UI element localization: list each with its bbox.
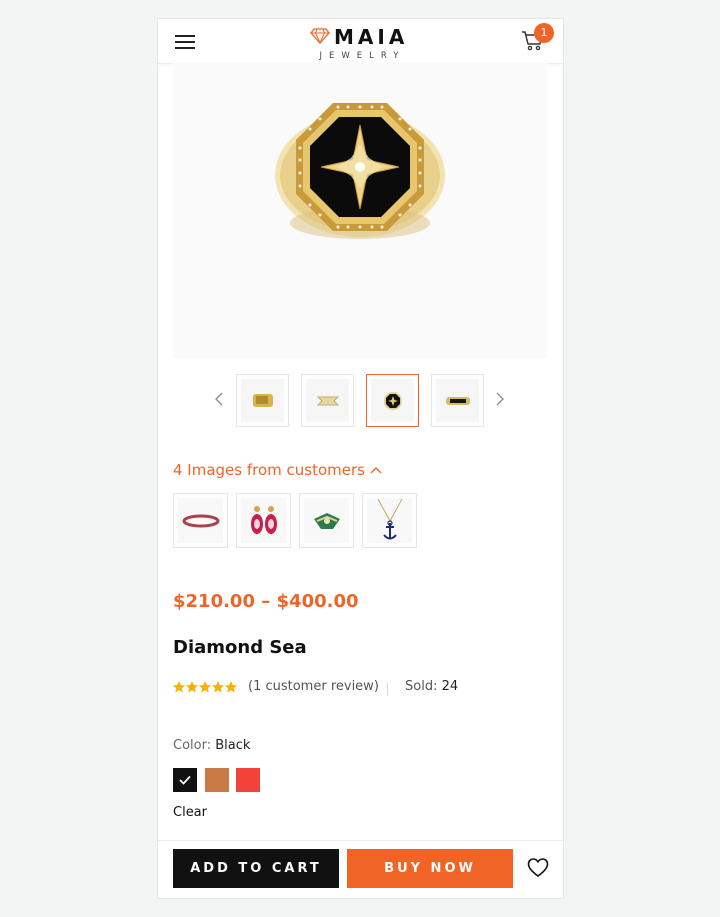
swatch-black[interactable] — [173, 768, 197, 792]
header: MAIA JEWELRY 1 — [158, 19, 563, 64]
swatch-bronze[interactable] — [205, 768, 229, 792]
divider — [387, 682, 388, 696]
customer-images-toggle[interactable]: 4 Images from customers — [173, 461, 382, 479]
thumbnail-3[interactable] — [366, 374, 419, 427]
anchor-necklace-image-icon — [377, 499, 403, 540]
customer-image-2[interactable] — [236, 493, 291, 548]
sold-count: Sold: 24 — [405, 679, 458, 694]
clear-selection-link[interactable]: Clear — [173, 805, 207, 820]
star-rating-icon — [173, 681, 237, 693]
product-price: $210.00 – $400.00 — [173, 591, 359, 612]
review-link[interactable]: (1 customer review) — [248, 679, 379, 694]
thumbnail-2[interactable] — [301, 374, 354, 427]
cart-count-badge: 1 — [534, 23, 554, 43]
bracelet-image-icon — [182, 514, 220, 528]
customer-image-4[interactable] — [362, 493, 417, 548]
product-main-image[interactable] — [173, 63, 547, 358]
customer-images-label: 4 Images from customers — [173, 461, 365, 479]
ring-image-icon — [314, 513, 340, 529]
chevron-up-icon — [370, 466, 382, 473]
buy-now-button[interactable]: BUY NOW — [347, 849, 513, 888]
add-to-cart-button[interactable]: ADD TO CART — [173, 849, 339, 888]
swatch-red[interactable] — [236, 768, 260, 792]
thumbnail-carousel — [158, 373, 563, 429]
ring-thumb-icon — [317, 396, 339, 406]
ring-image — [275, 103, 445, 239]
logo[interactable]: MAIA JEWELRY — [310, 25, 415, 61]
color-selected-value: Black — [215, 738, 251, 753]
check-icon — [179, 775, 191, 785]
logo-text: MAIA — [334, 25, 409, 49]
product-page: MAIA JEWELRY 1 4 Images from customers $… — [157, 18, 564, 899]
product-title: Diamond Sea — [173, 637, 307, 658]
color-label: Color: — [173, 738, 212, 753]
customer-image-1[interactable] — [173, 493, 228, 548]
logo-subtext: JEWELRY — [319, 51, 406, 61]
thumbnail-1[interactable] — [236, 374, 289, 427]
thumbnail-4[interactable] — [431, 374, 484, 427]
color-swatches — [173, 768, 293, 792]
customer-image-3[interactable] — [299, 493, 354, 548]
ring-thumb-icon — [446, 397, 470, 405]
customer-images — [173, 493, 433, 549]
sold-value: 24 — [441, 679, 459, 694]
earrings-image-icon — [251, 506, 277, 534]
bottom-action-bar: ADD TO CART BUY NOW — [158, 840, 563, 898]
sold-label: Sold: — [405, 679, 438, 694]
chevron-left-icon[interactable] — [211, 391, 227, 407]
chevron-right-icon[interactable] — [492, 391, 508, 407]
rating-row: (1 customer review) Sold: 24 — [173, 679, 553, 699]
ring-thumb-icon — [253, 394, 273, 407]
diamond-logo-icon — [310, 28, 330, 44]
heart-icon[interactable] — [527, 857, 549, 879]
color-selector-label: Color: Black — [173, 738, 250, 753]
menu-icon[interactable] — [175, 35, 195, 49]
ring-thumb-icon — [384, 392, 402, 410]
